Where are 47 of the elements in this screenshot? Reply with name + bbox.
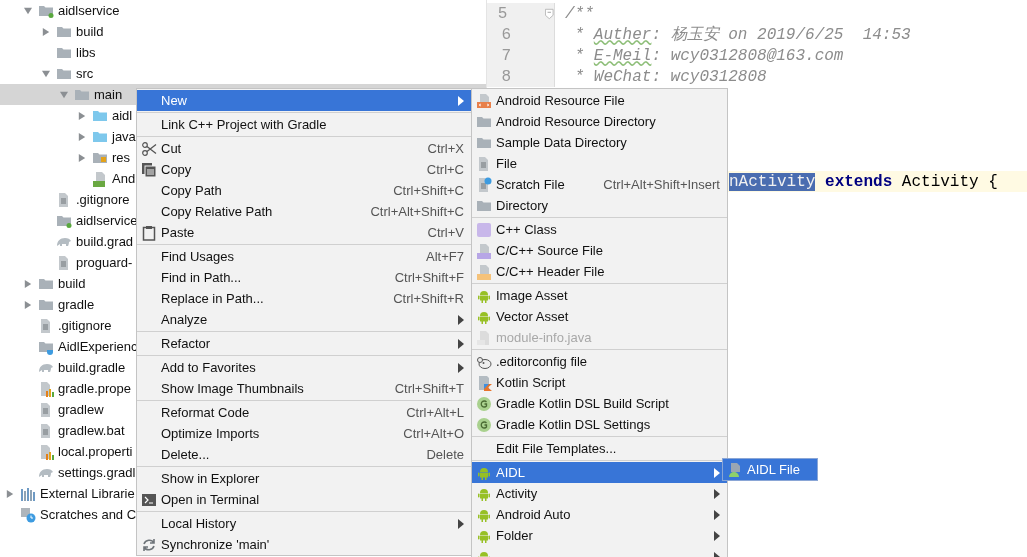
- line-number: 8: [500, 66, 511, 88]
- code-line: * E-Meil: wcy0312808@163.com: [573, 45, 844, 67]
- tree-item-label: main: [94, 85, 123, 104]
- shortcut-label: Ctrl+C: [426, 160, 464, 179]
- tree-item-label: src: [76, 64, 94, 83]
- tree-item-label: build: [58, 274, 86, 293]
- tree-item-label: External Librarie: [40, 484, 135, 503]
- shortcut-label: Ctrl+Alt+Shift+Insert: [603, 175, 720, 194]
- shortcut-label: Ctrl+Shift+F: [394, 268, 464, 287]
- tree-item-label: libs: [76, 43, 96, 62]
- tree-item-label: .gitignore: [76, 190, 130, 209]
- tree-item-label: local.properti: [58, 442, 133, 461]
- tree-item-label: java: [112, 127, 136, 146]
- tree-item-label: .gitignore: [58, 316, 112, 335]
- code-line: /**: [565, 3, 594, 25]
- tree-item-label: gradle.prope: [58, 379, 131, 398]
- tree-item-label: gradlew: [58, 400, 104, 419]
- tree-item-label: gradle: [58, 295, 95, 314]
- tree-item-label: build.grad: [76, 232, 134, 251]
- tree-item-label: build: [76, 22, 104, 41]
- line-number: 5: [496, 3, 508, 25]
- shortcut-label: Ctrl+X: [427, 139, 464, 158]
- tree-item-label: AidlExperienc: [58, 337, 138, 356]
- tree-item-label: aidlservice: [76, 211, 138, 230]
- shortcut-label: Ctrl+Shift+T: [394, 379, 464, 398]
- tree-item-label: Scratches and C: [40, 505, 137, 524]
- tree-item-label: res: [112, 148, 131, 167]
- tree-item-label: gradlew.bat: [58, 421, 125, 440]
- shortcut-label: Ctrl+Alt+L: [406, 403, 464, 422]
- line-number: 7: [500, 45, 511, 67]
- shortcut-label: Ctrl+Shift+R: [393, 289, 464, 308]
- shortcut-label: Ctrl+V: [427, 223, 464, 242]
- tree-item-label: aidlservice: [58, 1, 120, 20]
- tree-item-label: proguard-: [76, 253, 133, 272]
- code-line: nActivity extends Activity {: [729, 171, 998, 193]
- code-line: * WeChat: wcy0312808: [573, 66, 767, 88]
- code-line: * Auther: 杨玉安 on 2019/6/25 14:53: [573, 24, 911, 46]
- tree-item-label: And: [112, 169, 136, 188]
- shortcut-label: Ctrl+Shift+C: [393, 181, 464, 200]
- shortcut-label: Ctrl+Alt+Shift+C: [370, 202, 464, 221]
- tree-item-label: settings.gradl: [58, 463, 136, 482]
- shortcut-label: Ctrl+Alt+O: [403, 424, 464, 443]
- shortcut-label: Delete: [426, 445, 464, 464]
- tree-item-label: aidl: [112, 106, 133, 125]
- line-number: 6: [500, 24, 511, 46]
- shortcut-label: Alt+F7: [426, 247, 464, 266]
- tree-item-label: build.gradle: [58, 358, 126, 377]
